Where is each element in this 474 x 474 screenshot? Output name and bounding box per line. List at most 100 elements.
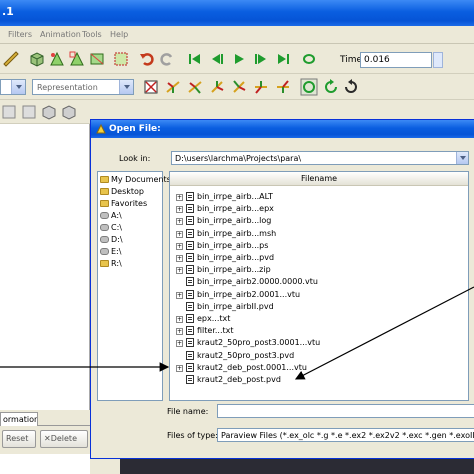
view-plus-z-icon[interactable] (252, 78, 270, 96)
expand-icon[interactable]: + (176, 364, 183, 372)
file-row[interactable]: + kraut2_deb_post.0001...vtu (176, 362, 307, 375)
view-minus-y-icon[interactable] (230, 78, 248, 96)
rotate-ccw-icon[interactable] (322, 78, 340, 96)
place-favorites[interactable]: Favorites (100, 199, 147, 210)
file-row[interactable]: + bin_irrpe_airb2.0001...vtu (176, 289, 300, 302)
place-drive-e[interactable]: E:\ (100, 247, 121, 258)
place-desktop[interactable]: Desktop (100, 187, 144, 198)
file-row[interactable]: + bin_irrpe_airb...msh (176, 228, 276, 241)
file-row[interactable]: kraut2_deb_post.pvd (176, 375, 281, 387)
dialog-title: Open File: (109, 124, 161, 134)
expand-icon[interactable]: + (176, 194, 183, 201)
menu-animation[interactable]: Animation (40, 30, 81, 39)
place-drive-r[interactable]: R:\ (100, 259, 122, 270)
expand-icon[interactable]: + (176, 230, 183, 238)
expand-icon[interactable]: + (176, 255, 183, 262)
frustum-select-icon[interactable] (88, 50, 106, 68)
file-icon (186, 338, 194, 348)
file-row[interactable]: + epx...txt (176, 314, 230, 326)
dialog-titlebar[interactable]: Open File: (91, 120, 474, 138)
file-row[interactable]: + bin_irrpe_airb...zip (176, 265, 271, 277)
place-drive-a[interactable]: A:\ (100, 211, 122, 222)
window-titlebar[interactable]: .1 (0, 0, 474, 26)
file-row[interactable]: bin_irrpe_airb2.0000.0000.vtu (176, 277, 318, 289)
file-name: filter...txt (197, 326, 234, 336)
time-spinner[interactable] (433, 52, 443, 68)
file-row[interactable]: + bin_irrpe_airb...epx (176, 204, 274, 216)
rotate-cw-icon[interactable] (342, 78, 360, 96)
expand-icon[interactable]: + (176, 267, 183, 275)
cube-icon[interactable] (28, 50, 46, 68)
play-icon[interactable] (230, 50, 248, 68)
view-plus-y-icon[interactable] (208, 78, 226, 96)
look-in-combo[interactable]: D:\users\larchma\Projects\para\ (171, 151, 469, 165)
next-frame-icon[interactable] (252, 50, 270, 68)
representation-combo[interactable]: Representation (32, 79, 134, 95)
place-drive-c[interactable]: C:\ (100, 223, 122, 234)
menu-help[interactable]: Help (110, 30, 128, 39)
look-in-label: Look in: (119, 154, 151, 163)
select-cells-icon[interactable] (68, 50, 86, 68)
file-row[interactable]: + kraut2_50pro_post3.0001...vtu (176, 338, 320, 350)
view-plus-x-icon[interactable] (164, 78, 182, 96)
drive-icon (100, 236, 109, 243)
expand-icon[interactable]: + (176, 291, 183, 299)
file-row[interactable]: kraut2_50pro_post3.pvd (176, 350, 294, 363)
file-row[interactable]: + bin_irrpe_airb...log (176, 216, 271, 228)
paraview-window: .1 Filters Animation Tools Help Time: 0.… (0, 0, 474, 474)
last-frame-icon[interactable] (274, 50, 292, 68)
expand-icon[interactable]: + (176, 242, 183, 250)
select-block-icon[interactable] (112, 50, 130, 68)
undo-icon[interactable] (138, 50, 156, 68)
reset-button[interactable]: Reset (2, 430, 36, 448)
chevron-down-icon (11, 80, 25, 94)
drive-icon (100, 224, 109, 231)
file-row[interactable]: + bin_irrpe_airb...ALT (176, 192, 273, 204)
slice-icon[interactable] (40, 103, 58, 121)
first-frame-icon[interactable] (186, 50, 204, 68)
file-name: bin_irrpe_airb...epx (197, 204, 274, 214)
expand-icon[interactable]: + (176, 206, 183, 214)
time-input[interactable]: 0.016 (360, 52, 432, 68)
view-minus-z-icon[interactable] (274, 78, 292, 96)
previous-frame-icon[interactable] (208, 50, 226, 68)
delete-button[interactable]: ✕Delete (40, 430, 88, 448)
place-label: Favorites (111, 199, 148, 208)
representation-value: Representation (37, 83, 98, 92)
place-my-documents[interactable]: My Documents (100, 175, 171, 186)
file-name-input[interactable] (217, 404, 474, 418)
place-label: D:\ (111, 235, 123, 244)
toolbar-representation: Representation (0, 74, 474, 100)
variable-combo[interactable] (0, 79, 26, 95)
redo-icon[interactable] (158, 50, 176, 68)
file-row[interactable]: + bin_irrpe_airb...ps (176, 240, 268, 253)
rotate-icon[interactable] (300, 78, 318, 96)
contour-icon[interactable] (60, 103, 78, 121)
place-label: A:\ (111, 211, 122, 220)
expand-icon[interactable]: + (176, 218, 183, 226)
filter-icon[interactable] (0, 103, 18, 121)
file-name: bin_irrpe_airb...pvd (197, 253, 275, 262)
file-row[interactable]: + bin_irrpe_airb...pvd (176, 253, 274, 265)
files-of-type-combo[interactable]: Paraview Files (*.ex_olc *.g *.e *.ex2 *… (217, 428, 474, 442)
expand-icon[interactable]: + (176, 328, 183, 336)
file-icon (186, 350, 194, 360)
file-name: bin_irrpe_airb...ALT (197, 192, 273, 201)
tab-information[interactable]: ormation (0, 412, 38, 426)
place-drive-d[interactable]: D:\ (100, 235, 123, 246)
filename-column-header[interactable]: Filename (170, 172, 468, 186)
expand-icon[interactable]: + (176, 316, 183, 323)
menu-filters[interactable]: Filters (8, 30, 32, 39)
select-points-icon[interactable] (48, 50, 66, 68)
menu-tools[interactable]: Tools (82, 30, 102, 39)
place-label: Desktop (111, 187, 144, 196)
expand-icon[interactable]: + (176, 340, 183, 348)
file-row[interactable]: bin_irrpe_airbII.pvd (176, 301, 274, 314)
pick-icon[interactable] (2, 50, 20, 68)
loop-icon[interactable] (300, 50, 318, 68)
file-row[interactable]: + filter...txt (176, 326, 234, 338)
clip-icon[interactable] (20, 103, 38, 121)
file-name: epx...txt (197, 314, 231, 323)
reset-camera-icon[interactable] (142, 78, 160, 96)
view-minus-x-icon[interactable] (186, 78, 204, 96)
